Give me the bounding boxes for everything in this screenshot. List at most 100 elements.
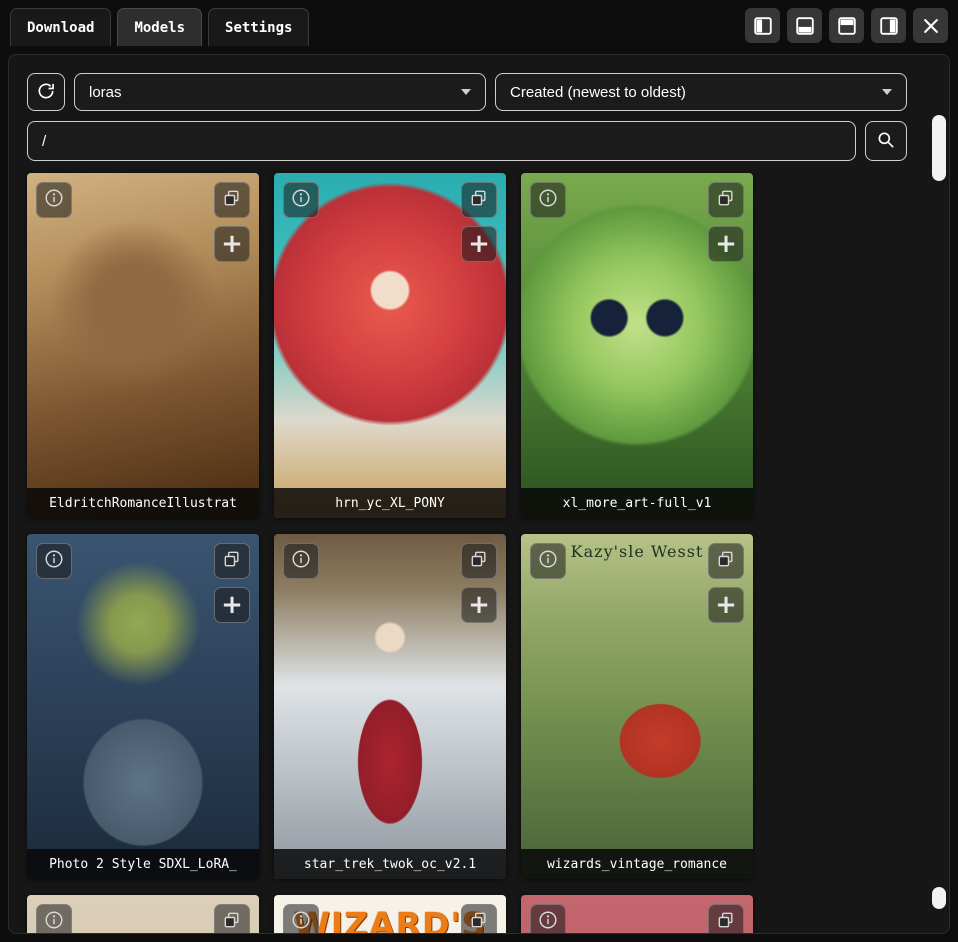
copy-button[interactable]: [214, 543, 250, 579]
card-thumbnail: [27, 173, 259, 518]
info-icon: [43, 548, 65, 575]
add-button[interactable]: +: [461, 226, 497, 262]
scrollbar: [931, 115, 947, 869]
model-card[interactable]: + EldritchRomanceIllustrat: [27, 173, 259, 518]
info-icon: [290, 187, 312, 214]
add-button[interactable]: +: [461, 587, 497, 623]
layout-panel-right-button[interactable]: [871, 8, 906, 43]
tab-bar: Download Models Settings: [10, 8, 309, 46]
plus-icon: +: [221, 592, 243, 618]
info-button[interactable]: [530, 543, 566, 579]
search-icon: [876, 130, 896, 153]
card-thumbnail: [521, 534, 753, 879]
sort-select[interactable]: Created (newest to oldest): [495, 73, 907, 111]
info-icon: [43, 909, 65, 935]
panel-top-icon: [836, 15, 858, 37]
card-thumbnail: [274, 173, 506, 518]
copy-button[interactable]: [461, 543, 497, 579]
info-button[interactable]: [530, 904, 566, 934]
plus-icon: +: [468, 592, 490, 618]
card-name: wizards_vintage_romance: [521, 849, 753, 879]
search-input[interactable]: [27, 121, 856, 161]
copy-button[interactable]: [708, 182, 744, 218]
info-button[interactable]: [283, 904, 319, 934]
scrollbar-thumb[interactable]: [932, 115, 946, 181]
copy-button[interactable]: [708, 904, 744, 934]
card-name: xl_more_art-full_v1: [521, 488, 753, 518]
copy-icon: [469, 549, 489, 574]
add-button[interactable]: +: [214, 226, 250, 262]
refresh-icon: [36, 81, 56, 104]
add-button[interactable]: +: [708, 226, 744, 262]
plus-icon: +: [715, 231, 737, 257]
tab-models[interactable]: Models: [117, 8, 202, 46]
copy-button[interactable]: [214, 182, 250, 218]
search-row: [27, 121, 907, 161]
model-card[interactable]: Kazy'sle Wesst + wizards_vintage_romance: [521, 534, 753, 879]
info-icon: [290, 548, 312, 575]
search-button[interactable]: [865, 121, 907, 161]
add-button[interactable]: +: [708, 587, 744, 623]
copy-icon: [222, 910, 242, 935]
tab-settings[interactable]: Settings: [208, 8, 309, 46]
card-name: hrn_yc_XL_PONY: [274, 488, 506, 518]
info-icon: [537, 909, 559, 935]
model-card[interactable]: + star_trek_twok_oc_v2.1: [274, 534, 506, 879]
copy-button[interactable]: [461, 182, 497, 218]
copy-icon: [716, 910, 736, 935]
info-button[interactable]: [36, 543, 72, 579]
card-thumbnail: [521, 173, 753, 518]
layout-panel-bottom-button[interactable]: [787, 8, 822, 43]
card-thumbnail: [27, 534, 259, 879]
copy-icon: [469, 188, 489, 213]
copy-button[interactable]: [708, 543, 744, 579]
copy-icon: [716, 188, 736, 213]
tab-download[interactable]: Download: [10, 8, 111, 46]
layout-panel-left-button[interactable]: [745, 8, 780, 43]
chevron-down-icon: [882, 89, 892, 95]
card-name: EldritchRomanceIllustrat: [27, 488, 259, 518]
panel-left-icon: [752, 15, 774, 37]
model-card[interactable]: WIZARD'S +: [274, 895, 506, 934]
info-button[interactable]: [36, 182, 72, 218]
copy-button[interactable]: [461, 904, 497, 934]
top-bar: Download Models Settings: [0, 0, 958, 54]
card-name: star_trek_twok_oc_v2.1: [274, 849, 506, 879]
models-panel: loras Created (newest to oldest): [8, 54, 950, 934]
scrollbar-thumb-bottom[interactable]: [932, 887, 946, 909]
plus-icon: +: [715, 592, 737, 618]
info-button[interactable]: [36, 904, 72, 934]
models-toolbar: loras Created (newest to oldest): [27, 73, 907, 111]
close-button[interactable]: [913, 8, 948, 43]
panel-right-icon: [878, 15, 900, 37]
sort-value: Created (newest to oldest): [510, 84, 686, 101]
info-button[interactable]: [283, 543, 319, 579]
model-card[interactable]: + Photo 2 Style SDXL_LoRA_: [27, 534, 259, 879]
copy-icon: [716, 549, 736, 574]
close-icon: [921, 16, 941, 36]
card-name: Photo 2 Style SDXL_LoRA_: [27, 849, 259, 879]
model-card[interactable]: +: [27, 895, 259, 934]
card-thumbnail: [274, 534, 506, 879]
layout-panel-top-button[interactable]: [829, 8, 864, 43]
add-button[interactable]: +: [214, 587, 250, 623]
plus-icon: +: [468, 231, 490, 257]
model-card[interactable]: +: [521, 895, 753, 934]
copy-icon: [222, 188, 242, 213]
info-button[interactable]: [530, 182, 566, 218]
model-grid: + EldritchRomanceIllustrat +: [27, 173, 907, 934]
model-card[interactable]: + xl_more_art-full_v1: [521, 173, 753, 518]
chevron-down-icon: [461, 89, 471, 95]
info-icon: [537, 548, 559, 575]
panel-bottom-icon: [794, 15, 816, 37]
model-type-select[interactable]: loras: [74, 73, 486, 111]
info-icon: [43, 187, 65, 214]
info-button[interactable]: [283, 182, 319, 218]
info-icon: [537, 187, 559, 214]
model-type-value: loras: [89, 84, 122, 101]
plus-icon: +: [221, 231, 243, 257]
model-card[interactable]: + hrn_yc_XL_PONY: [274, 173, 506, 518]
refresh-button[interactable]: [27, 73, 65, 111]
copy-button[interactable]: [214, 904, 250, 934]
copy-icon: [222, 549, 242, 574]
